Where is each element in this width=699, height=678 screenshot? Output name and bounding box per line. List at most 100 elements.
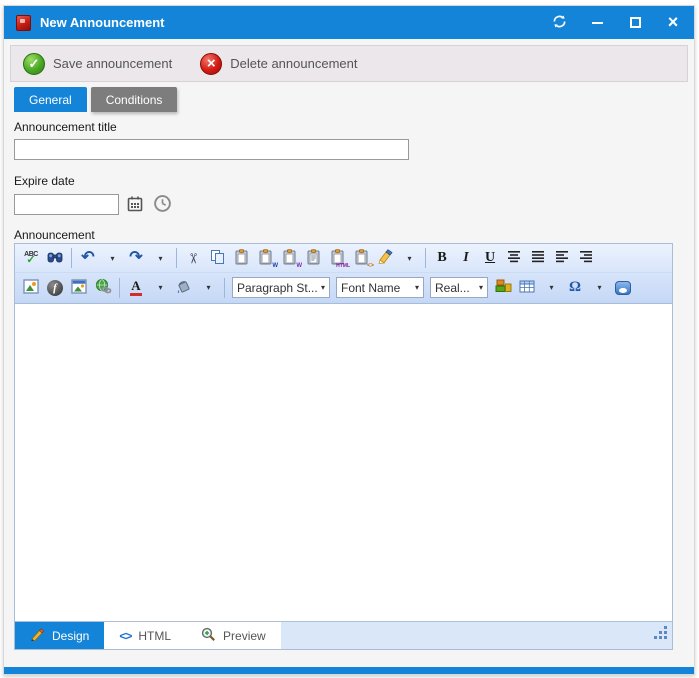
separator <box>224 278 225 298</box>
paste-button[interactable] <box>229 247 253 269</box>
chevron-down-icon: ▾ <box>206 283 210 292</box>
align-left-button[interactable] <box>550 247 574 269</box>
paste-from-word-button[interactable]: W <box>253 247 277 269</box>
chevron-down-icon: ▾ <box>415 283 419 292</box>
expire-date-label: Expire date <box>14 174 75 188</box>
code-brackets-icon: <> <box>119 629 131 643</box>
announcement-title-label: Announcement title <box>14 120 117 134</box>
clock-icon <box>153 194 172 216</box>
copy-button[interactable] <box>205 247 229 269</box>
editor-content-area[interactable] <box>16 305 671 621</box>
spellcheck-icon: ABC ✓ <box>24 251 38 266</box>
insert-symbol-dropdown-button[interactable]: ▾ <box>587 277 611 299</box>
font-color-dropdown-button[interactable]: ▾ <box>148 277 172 299</box>
insert-table-dropdown-button[interactable]: ▾ <box>539 277 563 299</box>
paste-icon <box>234 249 249 268</box>
window-controls: × <box>550 14 682 32</box>
insert-table-button[interactable] <box>515 277 539 299</box>
tab-general[interactable]: General <box>14 87 87 112</box>
separator <box>119 278 120 298</box>
paragraph-style-select[interactable]: Paragraph St... ▾ <box>232 277 330 298</box>
scissors-icon: ✂ <box>184 252 201 264</box>
align-right-button[interactable] <box>574 247 598 269</box>
justify-button[interactable] <box>526 247 550 269</box>
paste-plain-text-button[interactable] <box>301 247 325 269</box>
undo-button[interactable]: ↶ <box>76 247 100 269</box>
insert-symbol-button[interactable]: Ω <box>563 277 587 299</box>
redo-button[interactable]: ↷ <box>124 247 148 269</box>
paste-from-word-strip-icon <box>282 249 297 268</box>
separator <box>425 248 426 268</box>
flash-icon: f <box>47 280 63 296</box>
tab-conditions[interactable]: Conditions <box>91 87 178 112</box>
omega-icon: Ω <box>569 279 581 296</box>
separator <box>176 248 177 268</box>
background-color-dropdown-button[interactable]: ▾ <box>196 277 220 299</box>
paste-plain-text-icon <box>306 249 321 268</box>
mode-tab-preview[interactable]: Preview <box>186 622 281 649</box>
editor-toolbar-row1: ABC ✓ ↶ ▾ ↷ ▾ <box>15 244 672 273</box>
window-bottom-edge <box>4 667 694 674</box>
close-icon: × <box>668 13 679 31</box>
snippet-blocks-icon <box>495 279 512 296</box>
hyperlink-globe-icon <box>95 278 112 297</box>
editor-toolbar: ABC ✓ ↶ ▾ ↷ ▾ <box>15 244 672 304</box>
font-name-select[interactable]: Font Name ▾ <box>336 277 424 298</box>
cut-button[interactable]: ✂ <box>181 247 205 269</box>
align-left-icon <box>554 250 570 266</box>
insert-snippet-button[interactable] <box>491 277 515 299</box>
titlebar: New Announcement × <box>4 6 694 39</box>
maximize-button[interactable] <box>626 14 644 32</box>
date-picker-button[interactable] <box>125 195 145 215</box>
refresh-button[interactable] <box>550 14 568 32</box>
announcement-title-input[interactable] <box>14 139 409 160</box>
binoculars-icon <box>47 250 63 267</box>
undo-dropdown-button[interactable]: ▾ <box>100 247 124 269</box>
hyperlink-manager-button[interactable] <box>91 277 115 299</box>
copy-icon <box>210 249 225 267</box>
font-color-icon: A <box>130 279 142 296</box>
save-announcement-button[interactable]: ✓ Save announcement <box>23 53 172 75</box>
italic-icon: I <box>463 250 468 266</box>
calendar-icon <box>126 195 144 216</box>
font-color-button[interactable]: A <box>124 277 148 299</box>
silverlight-manager-button[interactable] <box>611 277 635 299</box>
background-color-button[interactable] <box>172 277 196 299</box>
time-picker-button[interactable] <box>152 195 172 215</box>
editor-mode-tabs: Design <> HTML Preview <box>15 622 281 649</box>
bold-icon: B <box>437 250 446 266</box>
minimize-button[interactable] <box>588 14 606 32</box>
mode-tab-html[interactable]: <> HTML <box>104 622 186 649</box>
page-tabs: General Conditions <box>14 87 177 112</box>
editor-status-bar: Design <> HTML Preview <box>15 621 672 649</box>
window-title: New Announcement <box>40 15 164 30</box>
resize-grip[interactable] <box>654 626 668 644</box>
minimize-icon <box>592 22 603 24</box>
delete-announcement-button[interactable]: × Delete announcement <box>200 53 357 75</box>
align-center-icon <box>506 250 522 266</box>
delete-announcement-label: Delete announcement <box>230 56 357 71</box>
underline-button[interactable]: U <box>478 247 502 269</box>
paste-html-button[interactable]: <> <box>349 247 373 269</box>
mode-tab-design[interactable]: Design <box>15 622 104 649</box>
spellcheck-button[interactable]: ABC ✓ <box>19 247 43 269</box>
paste-as-html-button[interactable]: HTML <box>325 247 349 269</box>
media-manager-button[interactable] <box>67 277 91 299</box>
underline-icon: U <box>485 250 495 266</box>
paste-from-word-strip-button[interactable]: W <box>277 247 301 269</box>
flash-manager-button[interactable]: f <box>43 277 67 299</box>
find-replace-button[interactable] <box>43 247 67 269</box>
font-size-select[interactable]: Real... ▾ <box>430 277 488 298</box>
image-icon <box>23 279 39 297</box>
separator <box>71 248 72 268</box>
close-button[interactable]: × <box>664 14 682 32</box>
paste-from-word-icon <box>258 249 273 268</box>
align-center-button[interactable] <box>502 247 526 269</box>
italic-button[interactable]: I <box>454 247 478 269</box>
format-stripper-button[interactable] <box>373 247 397 269</box>
bold-button[interactable]: B <box>430 247 454 269</box>
expire-date-input[interactable] <box>14 194 119 215</box>
format-stripper-dropdown-button[interactable]: ▾ <box>397 247 421 269</box>
redo-dropdown-button[interactable]: ▾ <box>148 247 172 269</box>
image-manager-button[interactable] <box>19 277 43 299</box>
